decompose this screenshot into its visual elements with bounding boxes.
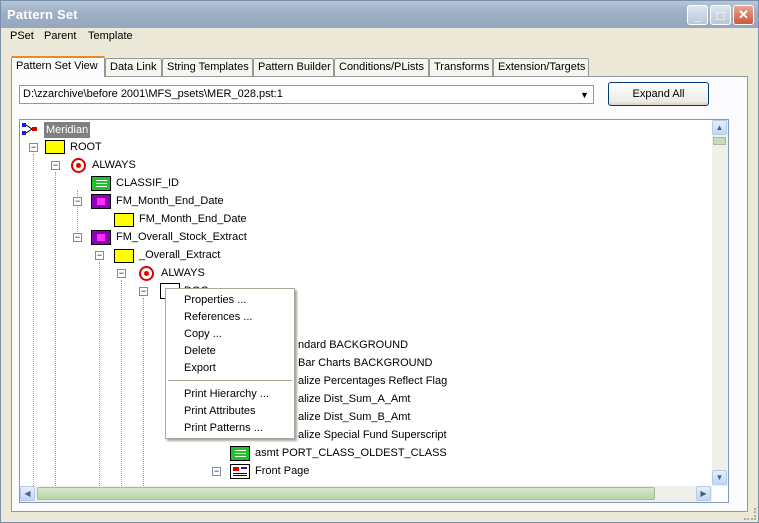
tab-transforms[interactable]: Transforms bbox=[429, 58, 493, 76]
menu-item-references[interactable]: References ... bbox=[184, 311, 252, 323]
collapse-toggle[interactable]: − bbox=[73, 197, 82, 206]
list-icon bbox=[91, 176, 111, 191]
collapse-toggle[interactable]: − bbox=[95, 251, 104, 260]
tree-node[interactable]: ALWAYS bbox=[92, 157, 136, 173]
tree-node[interactable]: Front Page bbox=[255, 463, 309, 479]
menu-item-properties[interactable]: Properties ... bbox=[184, 294, 246, 306]
folder-icon bbox=[45, 140, 65, 154]
menu-item-copy[interactable]: Copy ... bbox=[184, 328, 222, 340]
maximize-icon: □ bbox=[716, 7, 725, 23]
scroll-thumb[interactable] bbox=[37, 487, 655, 500]
menu-item-print-hierarchy[interactable]: Print Hierarchy ... bbox=[184, 388, 269, 400]
tree-line bbox=[33, 154, 34, 502]
tree-node[interactable]: Bar Charts BACKGROUND bbox=[298, 355, 432, 371]
page-icon bbox=[230, 464, 250, 479]
menu-item-print-attributes[interactable]: Print Attributes bbox=[184, 405, 256, 417]
minimize-button[interactable]: _ bbox=[687, 5, 708, 25]
menu-parent[interactable]: Parent bbox=[44, 30, 76, 42]
scroll-right-button[interactable]: ▶ bbox=[696, 486, 711, 501]
target-icon bbox=[71, 158, 86, 173]
tree-node[interactable]: CLASSIF_ID bbox=[116, 175, 179, 191]
tree-line bbox=[55, 172, 56, 502]
folder-icon bbox=[114, 213, 134, 227]
close-icon: ✕ bbox=[738, 7, 749, 22]
tree-node[interactable]: FM_Month_End_Date bbox=[139, 211, 247, 227]
target-icon bbox=[139, 266, 154, 281]
context-menu: Properties ... References ... Copy ... D… bbox=[165, 288, 295, 439]
tab-pattern-set-view[interactable]: Pattern Set View bbox=[11, 56, 105, 77]
menu-item-export[interactable]: Export bbox=[184, 362, 216, 374]
scroll-left-button[interactable]: ◀ bbox=[20, 486, 35, 501]
collapse-toggle[interactable]: − bbox=[73, 233, 82, 242]
tree-node[interactable]: alize Dist_Sum_B_Amt bbox=[298, 409, 411, 425]
tree-node[interactable]: FM_Month_End_Date bbox=[116, 193, 224, 209]
hierarchy-icon bbox=[22, 122, 38, 136]
minimize-icon: _ bbox=[693, 7, 702, 23]
magenta-icon bbox=[91, 230, 111, 245]
collapse-toggle[interactable]: − bbox=[212, 467, 221, 476]
magenta-icon bbox=[91, 194, 111, 209]
chevron-down-icon[interactable]: ▼ bbox=[577, 87, 592, 102]
tab-extension-targets[interactable]: Extension/Targets bbox=[493, 58, 589, 76]
scroll-down-button[interactable]: ▼ bbox=[712, 470, 727, 485]
menu-pset[interactable]: PSet bbox=[10, 30, 34, 42]
close-button[interactable]: ✕ bbox=[733, 5, 754, 25]
tree-node[interactable]: _Overall_Extract bbox=[139, 247, 220, 263]
folder-icon bbox=[114, 249, 134, 263]
menu-item-delete[interactable]: Delete bbox=[184, 345, 216, 357]
collapse-toggle[interactable]: − bbox=[29, 143, 38, 152]
tree-node[interactable]: FM_Overall_Stock_Extract bbox=[116, 229, 247, 245]
path-combo-value: D:\zzarchive\before 2001\MFS_psets\MER_0… bbox=[23, 88, 283, 100]
horizontal-scrollbar[interactable]: ◀ ▶ bbox=[20, 486, 712, 502]
tree-node[interactable]: alize Special Fund Superscript bbox=[298, 427, 447, 443]
menu-bar: PSet Parent Template bbox=[1, 28, 758, 46]
vertical-scrollbar[interactable]: ▲ ▼ bbox=[712, 120, 728, 486]
collapse-toggle[interactable]: − bbox=[139, 287, 148, 296]
tree-node[interactable]: ALWAYS bbox=[161, 265, 205, 281]
tree-node[interactable]: ndard BACKGROUND bbox=[298, 337, 408, 353]
tab-string-templates[interactable]: String Templates bbox=[162, 58, 253, 76]
menu-item-print-patterns[interactable]: Print Patterns ... bbox=[184, 422, 263, 434]
expand-all-button[interactable]: Expand All bbox=[608, 82, 709, 106]
list-icon bbox=[230, 446, 250, 461]
resize-grip[interactable] bbox=[744, 508, 756, 520]
tree-line bbox=[99, 262, 100, 502]
tree-line bbox=[121, 280, 122, 502]
tree-node[interactable]: alize Dist_Sum_A_Amt bbox=[298, 391, 411, 407]
pattern-set-window: Pattern Set _ □ ✕ PSet Parent Template P… bbox=[0, 0, 759, 523]
menu-template[interactable]: Template bbox=[88, 30, 133, 42]
collapse-toggle[interactable]: − bbox=[117, 269, 126, 278]
menu-separator bbox=[168, 380, 292, 381]
tree-root-meridian[interactable]: Meridian bbox=[44, 122, 91, 138]
collapse-toggle[interactable]: − bbox=[51, 161, 60, 170]
pattern-tree[interactable]: Meridian − ROOT − ALWAYS CLASSIF_ID − FM… bbox=[19, 119, 729, 503]
window-title: Pattern Set bbox=[7, 7, 78, 22]
tab-conditions-plists[interactable]: Conditions/PLists bbox=[334, 58, 429, 76]
maximize-button[interactable]: □ bbox=[710, 5, 731, 25]
tab-data-link[interactable]: Data Link bbox=[105, 58, 162, 76]
scroll-thumb[interactable] bbox=[713, 137, 726, 145]
scroll-up-button[interactable]: ▲ bbox=[712, 120, 727, 135]
tree-node[interactable]: alize Percentages Reflect Flag bbox=[298, 373, 447, 389]
tree-node[interactable]: asmt PORT_CLASS_OLDEST_CLASS bbox=[255, 445, 447, 461]
tree-node[interactable]: ROOT bbox=[70, 139, 102, 155]
path-combo[interactable]: D:\zzarchive\before 2001\MFS_psets\MER_0… bbox=[19, 85, 594, 104]
tab-pattern-builder[interactable]: Pattern Builder bbox=[253, 58, 334, 76]
tree-line bbox=[143, 298, 144, 502]
title-bar[interactable]: Pattern Set _ □ ✕ bbox=[1, 1, 758, 28]
